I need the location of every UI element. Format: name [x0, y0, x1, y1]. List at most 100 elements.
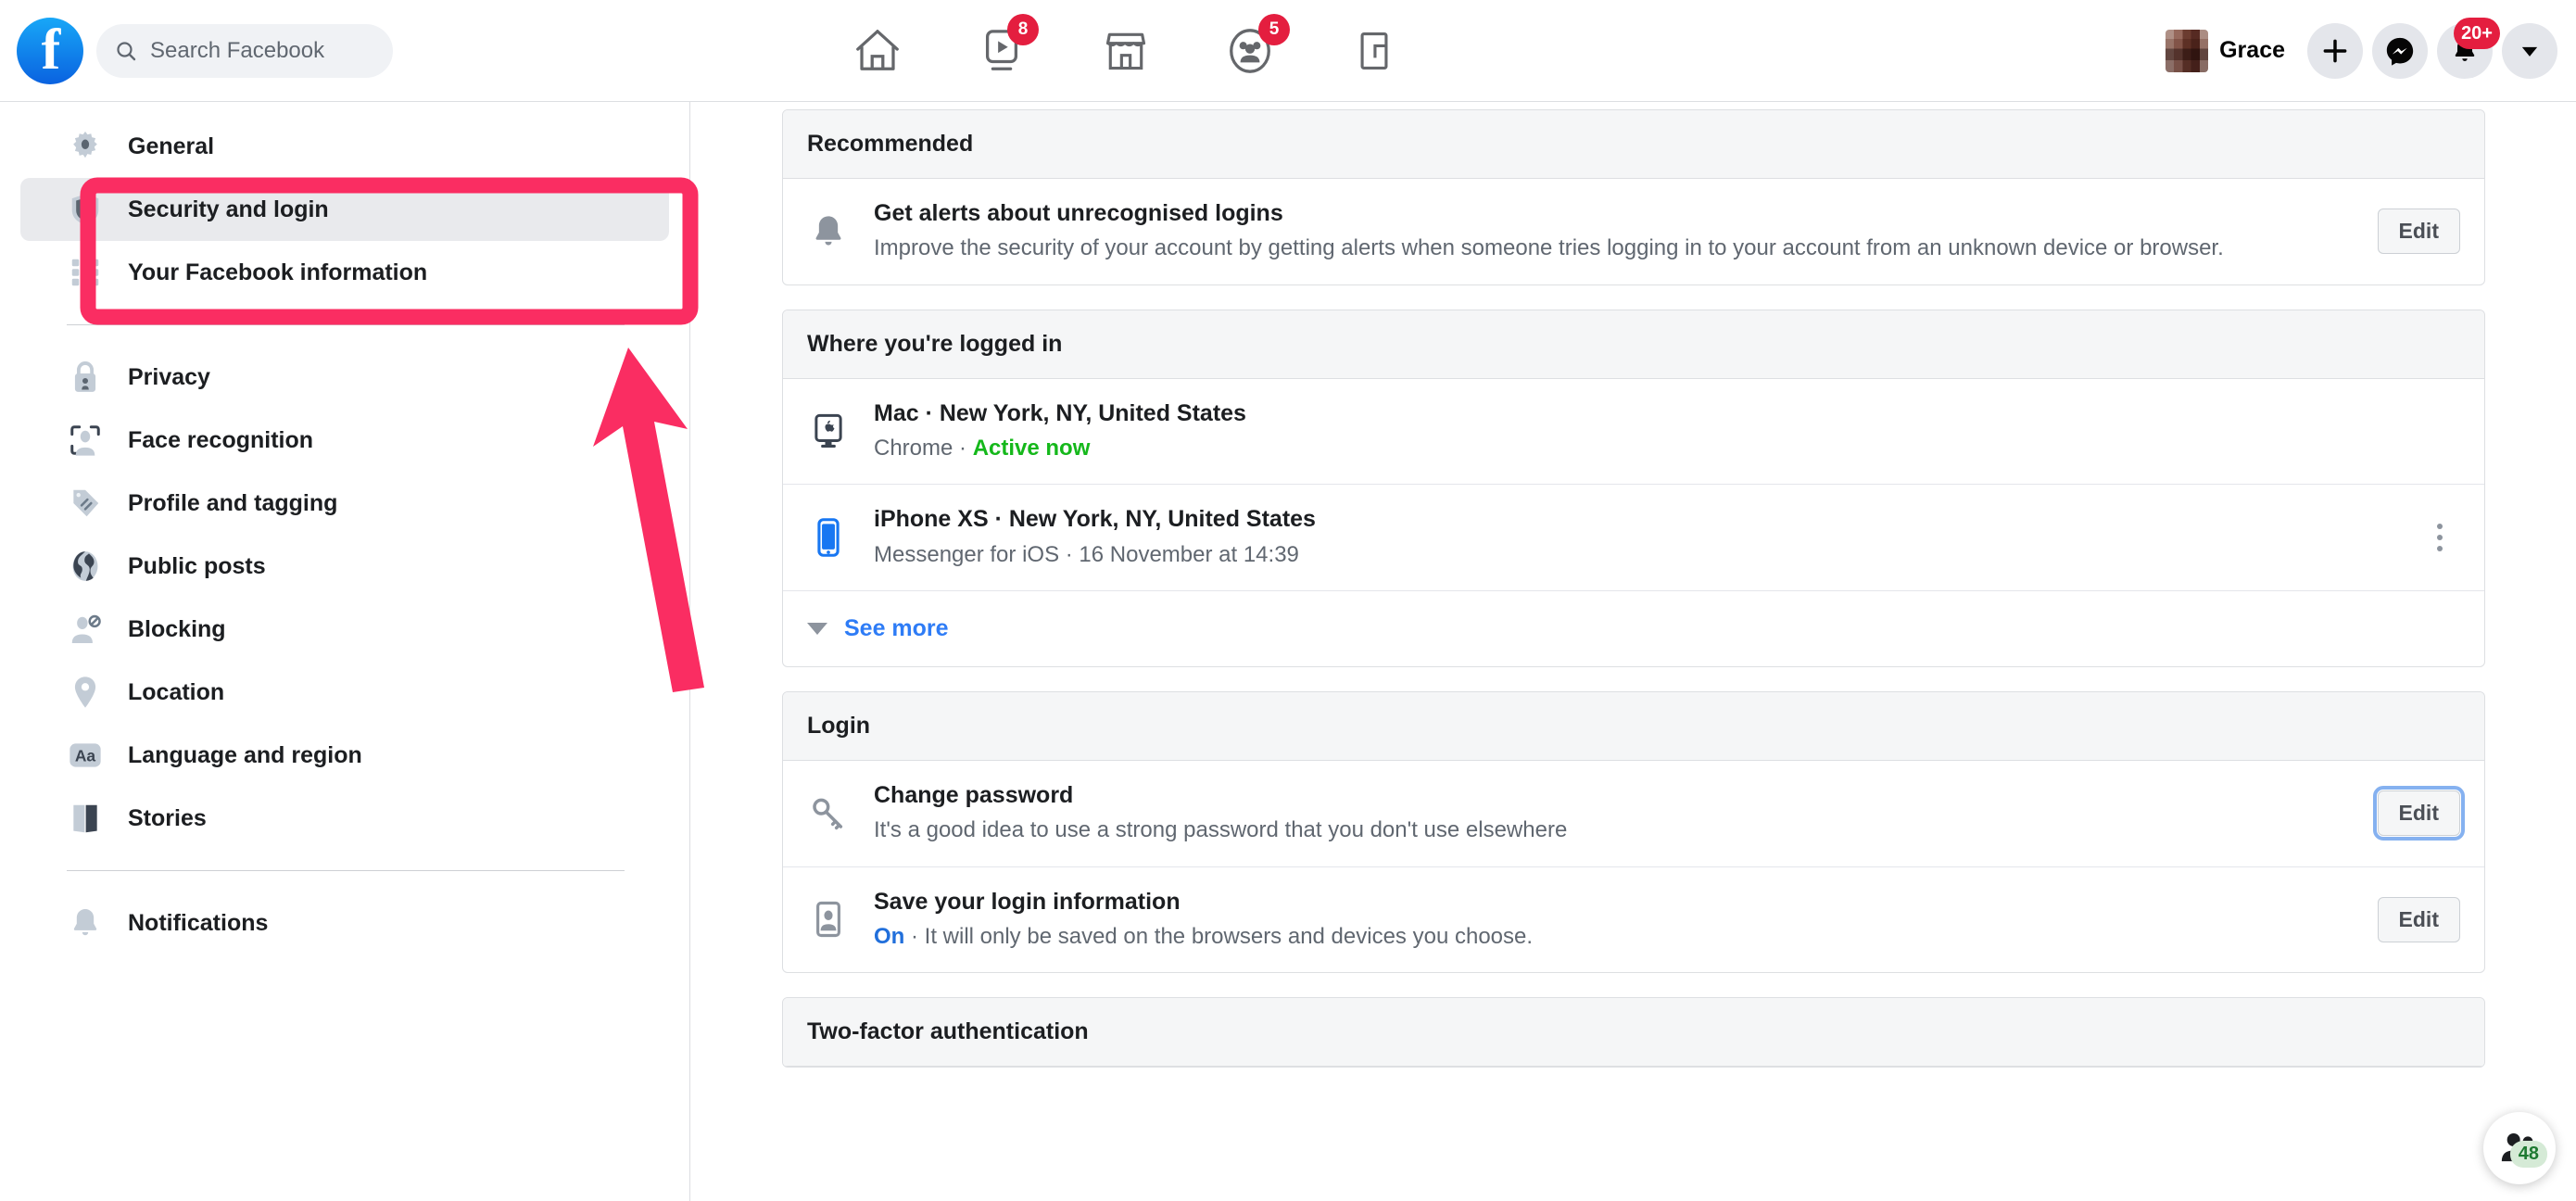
sidebar-item-location[interactable]: Location — [20, 661, 669, 724]
sidebar-item-label: General — [128, 133, 215, 159]
contacts-count-badge: 48 — [2509, 1141, 2547, 1168]
session-browser: Chrome · — [874, 435, 973, 461]
nav-tab-marketplace[interactable] — [1064, 3, 1188, 99]
sidebar-item-label: Profile and tagging — [128, 489, 338, 516]
card-two-factor-authentication: Two-factor authentication — [782, 997, 2485, 1068]
sidebar-item-public-posts[interactable]: Public posts — [20, 535, 669, 598]
storefront-icon — [1105, 32, 1146, 70]
book-icon — [67, 800, 104, 837]
nav-tab-watch[interactable]: 8 — [940, 3, 1064, 99]
contacts-button[interactable]: 48 — [2483, 1112, 2556, 1184]
row-subtitle-rest: · It will only be saved on the browsers … — [904, 923, 1534, 949]
card-title: Recommended — [783, 110, 2484, 179]
sidebar-item-your-facebook-information[interactable]: Your Facebook information — [20, 241, 669, 304]
gear-icon — [67, 128, 104, 165]
row-title: Get alerts about unrecognised logins — [874, 200, 1283, 226]
row-subtitle: It's a good idea to use a strong passwor… — [874, 817, 1568, 843]
messenger-button[interactable] — [2372, 22, 2428, 79]
nav-tab-home[interactable] — [815, 3, 940, 99]
mac-computer-icon — [807, 410, 850, 452]
avatar — [2166, 29, 2209, 72]
create-button[interactable] — [2307, 22, 2363, 79]
row-unrecognised-login-alerts: Get alerts about unrecognised logins Imp… — [783, 179, 2484, 284]
sidebar-item-label: Blocking — [128, 615, 226, 642]
id-card-icon — [807, 898, 850, 941]
session-options-kebab-icon[interactable] — [2419, 517, 2460, 558]
edit-button[interactable]: Edit — [2377, 209, 2460, 255]
row-change-password: Change password It's a good idea to use … — [783, 761, 2484, 866]
card-title: Two-factor authentication — [783, 998, 2484, 1068]
account-menu-button[interactable] — [2502, 22, 2557, 79]
row-title: Change password — [874, 781, 1074, 808]
row-subtitle: Improve the security of your account by … — [874, 235, 2224, 261]
chevron-down-icon — [2521, 46, 2538, 57]
profile-chip[interactable]: Grace — [2160, 24, 2298, 78]
search-placeholder: Search Facebook — [150, 37, 325, 63]
search-icon — [117, 41, 136, 60]
row-body: iPhone XS · New York, NY, United States … — [874, 505, 2395, 570]
face-scan-icon — [67, 422, 104, 459]
sidebar-item-label: Location — [128, 678, 225, 705]
sidebar-item-privacy[interactable]: Privacy — [20, 346, 669, 409]
card-title: Login — [783, 691, 2484, 761]
tag-icon — [67, 485, 104, 522]
gaming-icon — [1360, 32, 1388, 70]
sidebar-divider-2 — [67, 870, 625, 871]
nav-tab-groups[interactable]: 5 — [1188, 3, 1312, 99]
key-icon — [807, 792, 850, 835]
see-more-button[interactable]: See more — [783, 589, 2484, 666]
sidebar-item-general[interactable]: General — [20, 115, 669, 178]
card-login: Login Change password It's a good idea t… — [782, 690, 2485, 974]
notifications-badge: 20+ — [2454, 17, 2500, 49]
sidebar-item-notifications[interactable]: Notifications — [20, 891, 669, 954]
card-where-youre-logged-in: Where you're logged in Mac · New York, N… — [782, 309, 2485, 667]
session-row-iphone[interactable]: iPhone XS · New York, NY, United States … — [783, 484, 2484, 590]
settings-sidebar: General Security and login Your Facebook… — [0, 102, 690, 1201]
header-left-cluster: Search Facebook — [0, 17, 393, 84]
home-icon — [856, 29, 899, 70]
search-input[interactable]: Search Facebook — [96, 23, 393, 78]
row-body: Mac · New York, NY, United States Chrome… — [874, 399, 2460, 464]
sidebar-item-label: Security and login — [128, 196, 329, 222]
user-block-icon — [67, 611, 104, 648]
notifications-button[interactable]: 20+ — [2437, 17, 2500, 79]
session-subtitle: Messenger for iOS · 16 November at 14:39 — [874, 541, 1299, 567]
grid-dots-icon — [67, 254, 104, 291]
sidebar-item-label: Stories — [128, 804, 207, 831]
session-subtitle: Chrome · Active now — [874, 434, 2460, 463]
row-title: Save your login information — [874, 888, 1181, 915]
session-title: iPhone XS · New York, NY, United States — [874, 506, 1316, 533]
sidebar-item-language-and-region[interactable]: Aa Language and region — [20, 724, 669, 787]
header-right-cluster: Grace 20+ — [2160, 17, 2557, 79]
row-save-login-information: Save your login information On · It will… — [783, 866, 2484, 973]
session-row-mac[interactable]: Mac · New York, NY, United States Chrome… — [783, 379, 2484, 485]
row-body: Save your login information On · It will… — [874, 888, 2354, 953]
top-navigation-bar: Search Facebook 8 — [0, 0, 2576, 102]
edit-button[interactable]: Edit — [2372, 786, 2466, 841]
sidebar-item-label: Language and region — [128, 741, 362, 768]
sidebar-divider-1 — [67, 324, 625, 325]
card-title: Where you're logged in — [783, 310, 2484, 379]
profile-name: Grace — [2219, 37, 2285, 63]
facebook-logo-icon[interactable] — [17, 17, 83, 84]
session-title: Mac · New York, NY, United States — [874, 399, 1246, 426]
sidebar-item-profile-and-tagging[interactable]: Profile and tagging — [20, 472, 669, 535]
status-badge: Active now — [972, 435, 1091, 461]
sidebar-item-blocking[interactable]: Blocking — [20, 598, 669, 661]
sidebar-item-label: Public posts — [128, 552, 266, 579]
see-more-label: See more — [844, 614, 949, 641]
sidebar-item-label: Privacy — [128, 363, 210, 390]
sidebar-item-face-recognition[interactable]: Face recognition — [20, 409, 669, 472]
settings-main-panel: Recommended Get alerts about unrecognise… — [691, 102, 2576, 1201]
sidebar-item-stories[interactable]: Stories — [20, 787, 669, 850]
caret-down-icon — [807, 622, 827, 635]
edit-button[interactable]: Edit — [2377, 896, 2460, 942]
sidebar-item-label: Notifications — [128, 909, 269, 936]
row-body: Change password It's a good idea to use … — [874, 781, 2354, 846]
card-recommended: Recommended Get alerts about unrecognise… — [782, 109, 2485, 285]
messenger-icon — [2386, 37, 2414, 66]
bell-icon — [67, 904, 104, 942]
nav-tab-gaming[interactable] — [1312, 3, 1436, 99]
sidebar-item-security-and-login[interactable]: Security and login — [20, 178, 669, 241]
lock-icon — [67, 359, 104, 396]
